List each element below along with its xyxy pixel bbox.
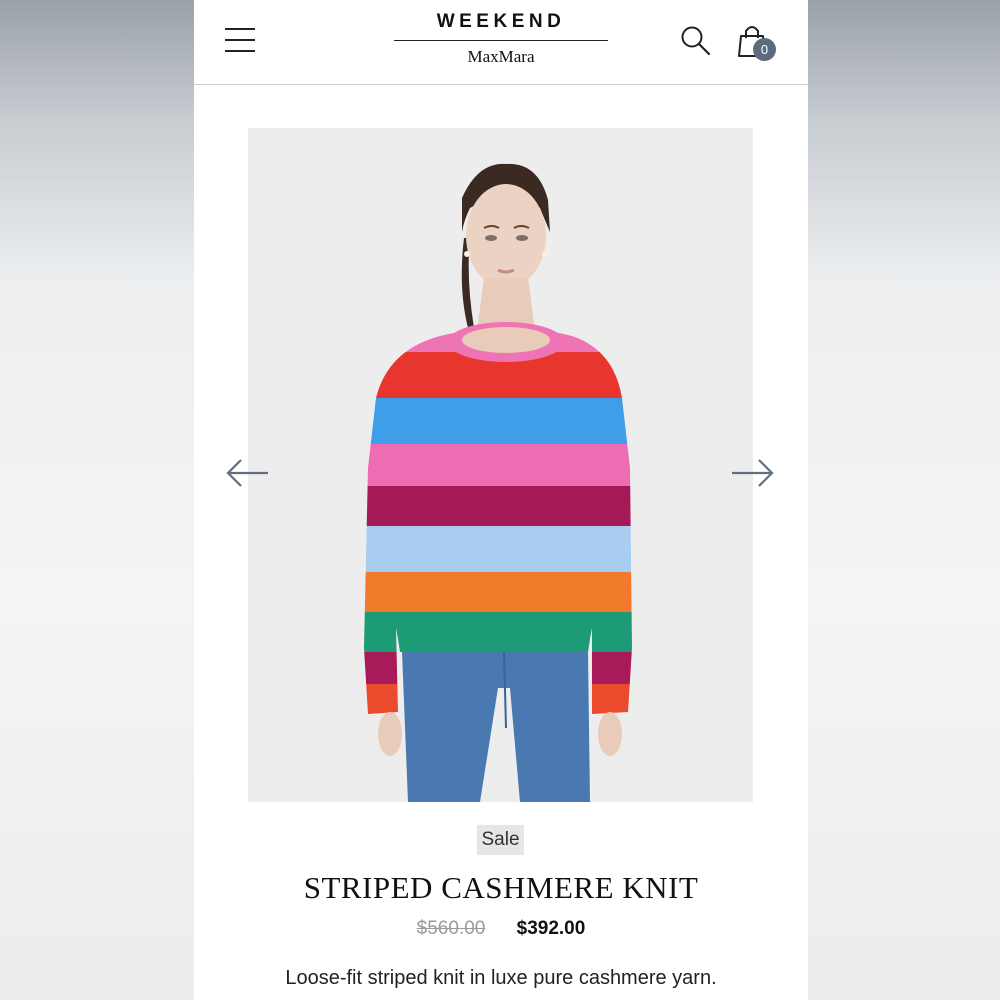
product-title: STRIPED CASHMERE KNIT [303, 870, 699, 905]
arrow-right-icon[interactable] [728, 456, 776, 490]
sale-badge: Sale [477, 825, 524, 855]
product-image[interactable] [248, 128, 753, 802]
arrow-left-icon[interactable] [224, 456, 272, 490]
brand-logo-top: WEEKEND [436, 11, 566, 32]
cart-count-badge: 0 [753, 38, 776, 61]
product-description: Loose-fit striped knit in luxe pure cash… [285, 967, 717, 989]
original-price: $560.00 [416, 918, 486, 939]
brand-logo[interactable]: WEEKEND MaxMara [393, 10, 609, 70]
site-header: WEEKEND MaxMara 0 [194, 0, 808, 85]
product-photo [248, 128, 753, 802]
phone-screen: WEEKEND MaxMara 0 Sale STRIPED CASHMERE … [194, 0, 808, 1000]
sale-price: $392.00 [516, 918, 586, 939]
hamburger-menu-icon[interactable] [225, 26, 255, 54]
logo-divider [394, 40, 608, 41]
search-icon[interactable] [680, 25, 712, 57]
price-row: $560.00 $392.00 [194, 915, 808, 943]
brand-logo-bottom: MaxMara [467, 47, 535, 66]
